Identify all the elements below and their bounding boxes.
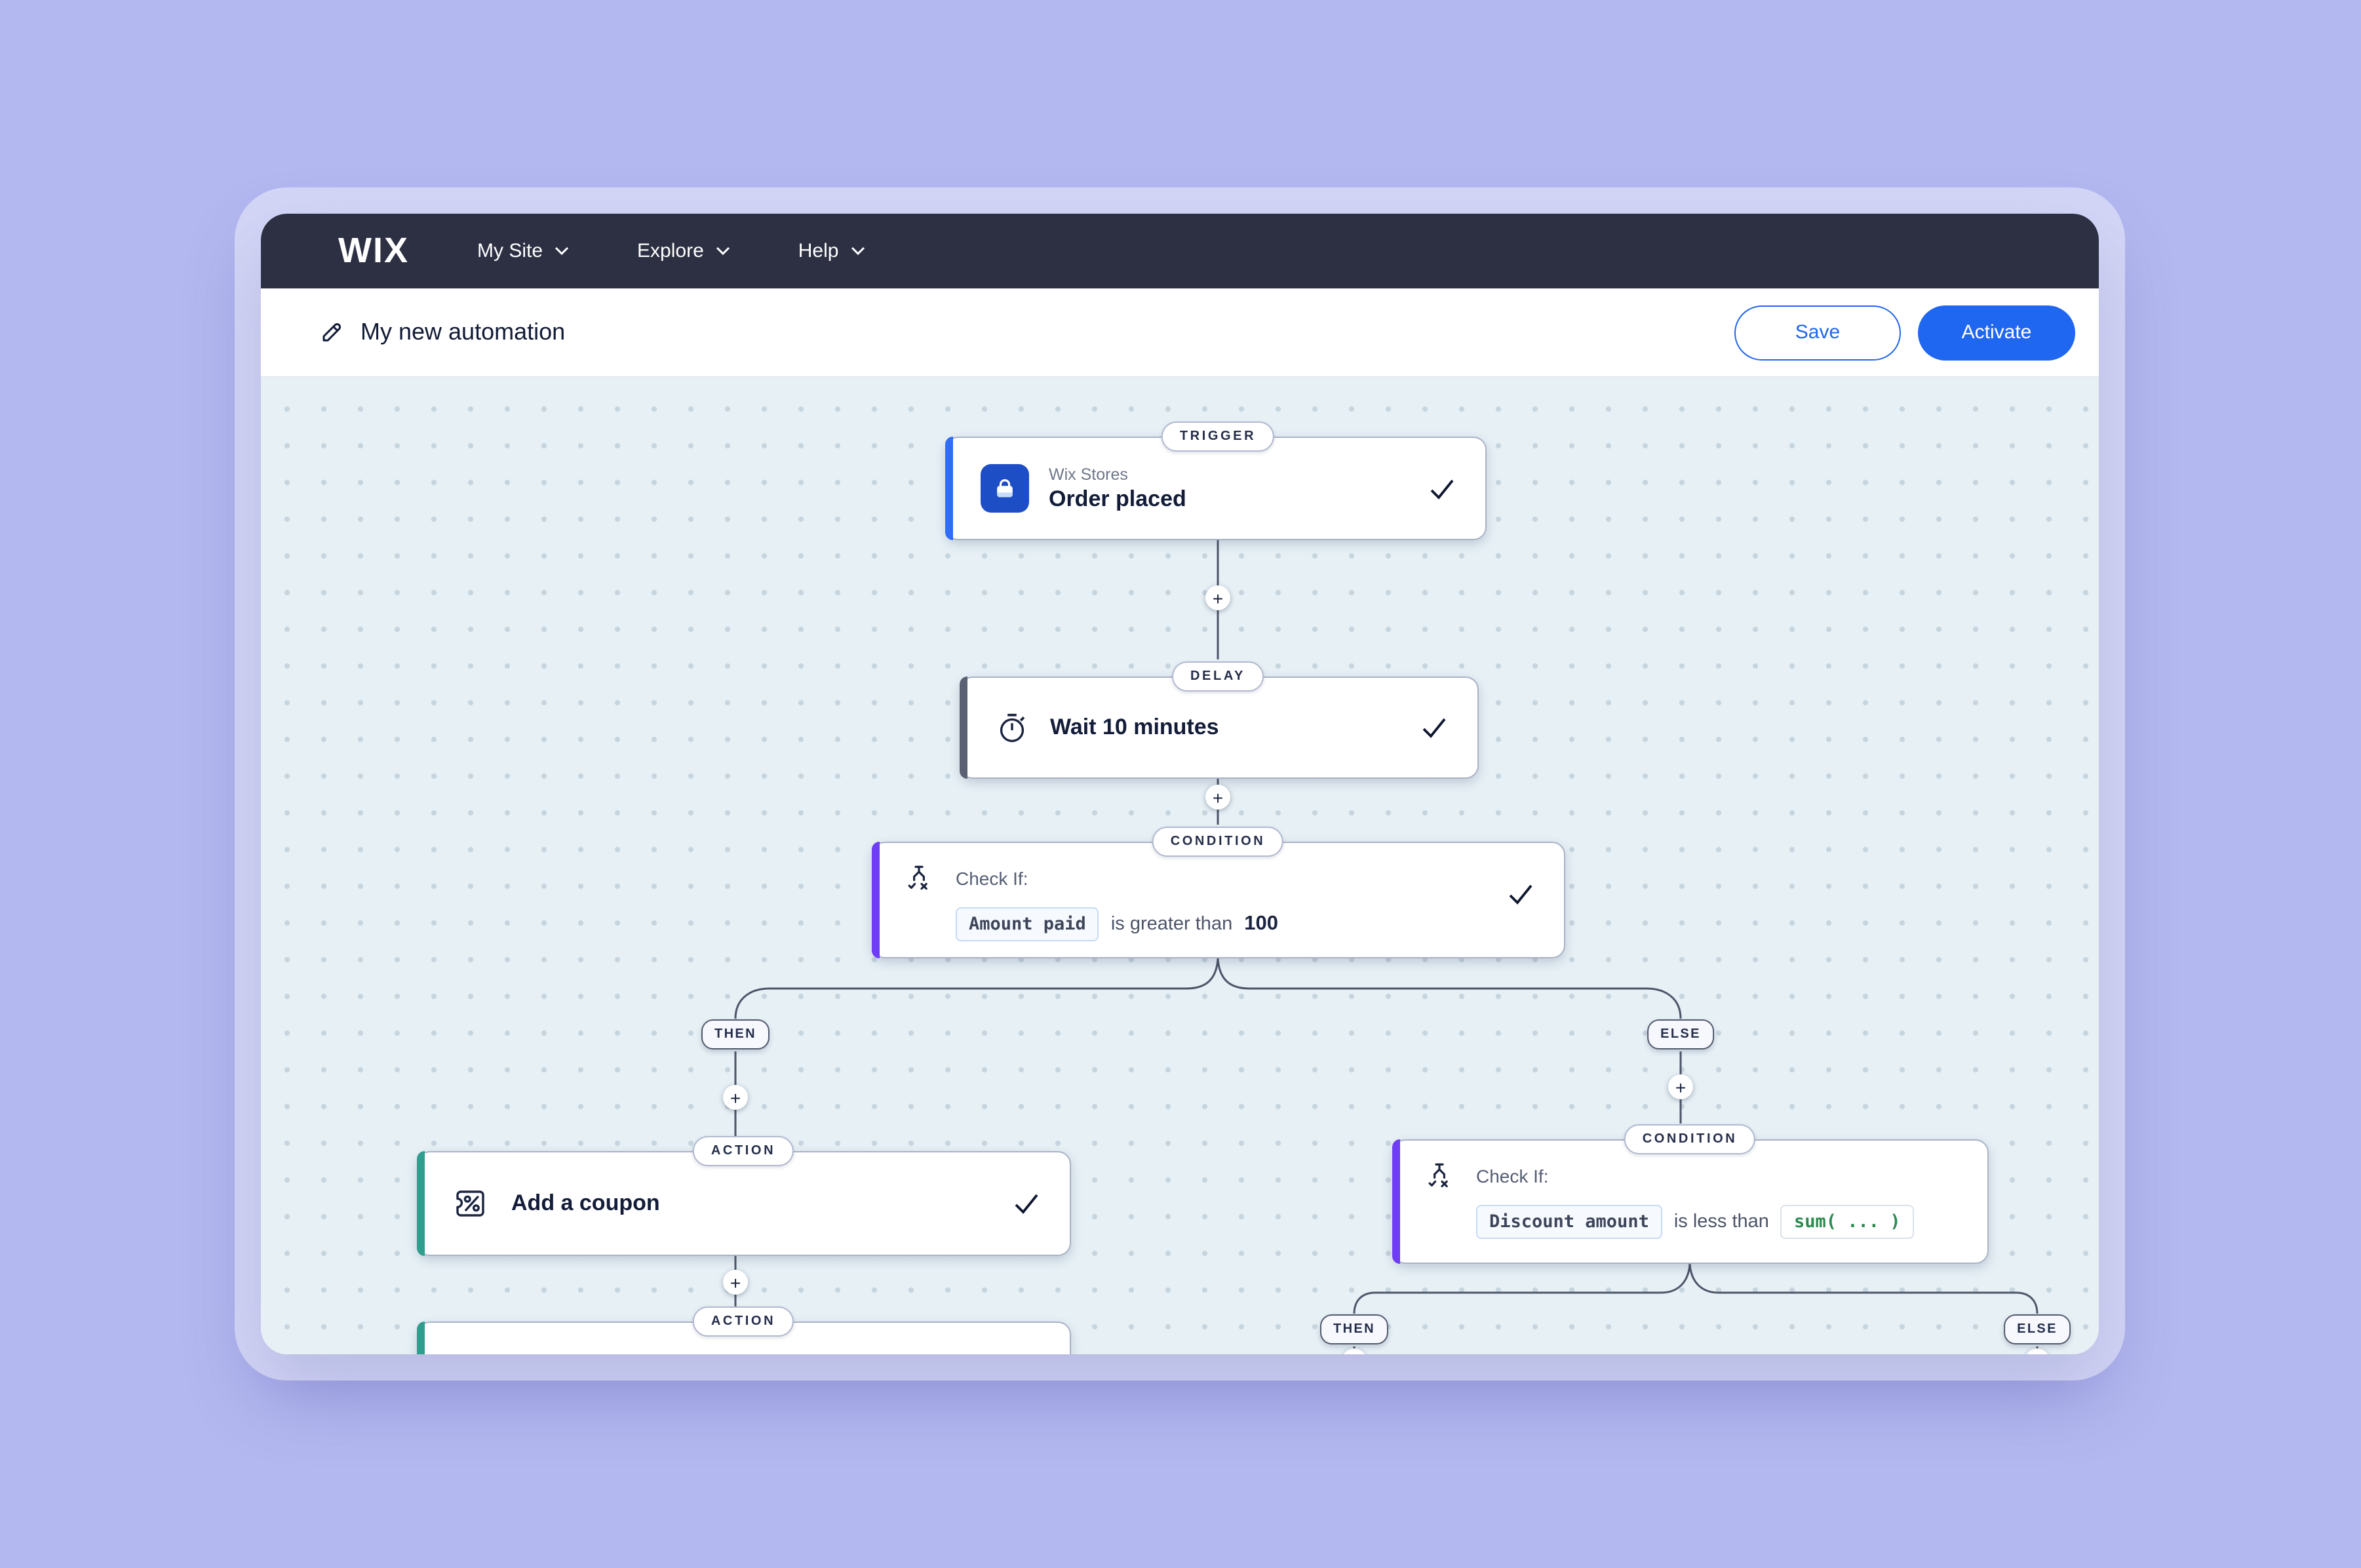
then-branch-pill[interactable]: THEN	[701, 1019, 770, 1049]
action-accent-bar	[417, 1322, 425, 1354]
stopwatch-icon	[1000, 713, 1025, 742]
trigger-app-name: Wix Stores	[1049, 465, 1128, 483]
trigger-text: Wix Stores Order placed	[1049, 465, 1186, 512]
page: WIX My Site Explore Help My new automati…	[0, 0, 2361, 1568]
branch-condition-icon	[1428, 1163, 1448, 1188]
branch-condition-icon	[908, 865, 927, 890]
delay-card-wait-10-minutes[interactable]: Wait 10 minutes	[960, 676, 1479, 779]
else-branch-pill[interactable]: ELSE	[2004, 1314, 2071, 1344]
add-step-button[interactable]	[1342, 1348, 1367, 1354]
condition-field-chip[interactable]: Amount paid	[956, 907, 1099, 941]
action-badge: ACTION	[692, 1136, 794, 1166]
automation-header: My new automation Save Activate	[261, 288, 2099, 378]
completed-check-icon	[1430, 479, 1454, 499]
trigger-title: Order placed	[1049, 486, 1186, 511]
chevron-down-icon	[851, 246, 865, 256]
automation-canvas[interactable]: TRIGGER Wix Stores Order placed + DELAY …	[261, 378, 2099, 1354]
action-title: Add a coupon	[511, 1190, 660, 1215]
nav-item-label: My Site	[477, 240, 543, 262]
nav-item-help[interactable]: Help	[798, 240, 865, 262]
edit-pencil-icon[interactable]	[319, 320, 343, 345]
activate-button[interactable]: Activate	[1918, 305, 2075, 360]
nav-item-label: Explore	[637, 240, 704, 262]
action-badge: ACTION	[692, 1306, 794, 1337]
action-accent-bar	[417, 1151, 425, 1256]
nav-item-explore[interactable]: Explore	[637, 240, 730, 262]
add-step-button[interactable]: +	[1668, 1074, 1693, 1099]
condition-badge: CONDITION	[1624, 1124, 1756, 1154]
completed-check-icon	[1509, 884, 1532, 905]
coupon-ticket-icon	[456, 1190, 484, 1217]
top-navbar: WIX My Site Explore Help	[261, 214, 2099, 288]
nav-item-label: Help	[798, 240, 839, 262]
trigger-badge: TRIGGER	[1161, 421, 1275, 452]
delay-accent-bar	[960, 676, 967, 779]
chevron-down-icon	[716, 246, 730, 256]
title-group: My new automation	[319, 319, 1734, 346]
condition-card-amount-paid[interactable]: Check If: Amount paid is greater than 10…	[872, 842, 1565, 958]
condition-prompt: Check If:	[956, 868, 1028, 889]
then-branch-pill[interactable]: THEN	[1319, 1314, 1389, 1344]
save-button[interactable]: Save	[1734, 305, 1901, 360]
condition-value: 100	[1244, 912, 1278, 935]
condition-field-chip[interactable]: Discount amount	[1476, 1205, 1662, 1239]
condition-badge: CONDITION	[1152, 827, 1284, 857]
condition-card-discount-amount[interactable]: Check If: Discount amount is less than s…	[1392, 1139, 1989, 1264]
condition-formula-chip[interactable]: sum( ... )	[1780, 1205, 1914, 1239]
delay-title: Wait 10 minutes	[1050, 715, 1219, 739]
condition-operator: is less than	[1673, 1211, 1769, 1232]
nav-item-my-site[interactable]: My Site	[477, 240, 569, 262]
add-step-button[interactable]: +	[723, 1270, 748, 1295]
completed-check-icon	[1015, 1194, 1038, 1214]
delay-badge: DELAY	[1172, 661, 1264, 692]
condition-operator: is greater than	[1110, 914, 1233, 935]
page-title[interactable]: My new automation	[361, 319, 565, 346]
else-branch-pill[interactable]: ELSE	[1647, 1019, 1714, 1049]
wix-stores-app-icon	[981, 464, 1029, 513]
condition-prompt: Check If:	[1476, 1166, 1549, 1186]
completed-check-icon	[1422, 718, 1446, 738]
app-window: WIX My Site Explore Help My new automati…	[261, 214, 2099, 1354]
add-step-button[interactable]: +	[1205, 785, 1230, 810]
condition-accent-bar	[1392, 1139, 1400, 1264]
condition-accent-bar	[872, 842, 880, 958]
trigger-accent-bar	[945, 437, 953, 540]
add-step-button[interactable]	[2025, 1348, 2050, 1354]
chevron-down-icon	[555, 246, 569, 256]
add-step-button[interactable]: +	[1205, 585, 1230, 610]
add-step-button[interactable]: +	[723, 1085, 748, 1110]
action-card-add-a-coupon[interactable]: Add a coupon	[417, 1151, 1071, 1256]
trigger-card-order-placed[interactable]: Wix Stores Order placed	[945, 437, 1487, 540]
wix-logo: WIX	[338, 231, 409, 270]
shopping-bag-icon	[997, 479, 1013, 498]
